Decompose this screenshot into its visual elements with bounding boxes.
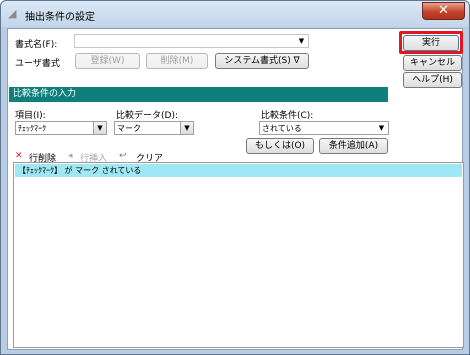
window-title: 抽出条件の設定 bbox=[25, 12, 95, 23]
register-button[interactable]: 登録(W) bbox=[75, 53, 140, 69]
user-format-label: ユーザ書式 bbox=[15, 59, 60, 69]
format-name-combo[interactable]: ▼ bbox=[74, 34, 309, 48]
clear-icon[interactable]: ↩ bbox=[119, 151, 127, 161]
compare-data-select[interactable]: マーク ▼ bbox=[114, 121, 194, 135]
chevron-down-icon[interactable]: ▼ bbox=[295, 35, 308, 47]
item-label: 項目(I): bbox=[15, 111, 46, 121]
execute-button-highlight bbox=[399, 31, 463, 54]
insert-row-icon[interactable]: ◂ bbox=[68, 151, 73, 161]
title-bar[interactable]: ◢ 抽出条件の設定 ✕ bbox=[1, 1, 469, 27]
dialog-window: ◢ 抽出条件の設定 ✕ 書式名(F): ▼ ユーザ書式 登録(W) 削除(M) … bbox=[0, 0, 470, 355]
delete-format-button[interactable]: 削除(M) bbox=[146, 53, 208, 69]
compare-condition-label: 比較条件(C): bbox=[261, 111, 314, 121]
or-button[interactable]: もしくは(O) bbox=[246, 138, 314, 154]
compare-data-label: 比較データ(D): bbox=[116, 111, 178, 121]
item-select[interactable]: ﾁｪｯｸﾏｰｸ ▼ bbox=[15, 121, 107, 135]
compare-condition-select[interactable]: されている ▼ bbox=[259, 121, 389, 135]
compare-data-value: マーク bbox=[117, 124, 141, 133]
help-button[interactable]: ヘルプ(H) bbox=[403, 72, 462, 88]
chevron-down-icon[interactable]: ▼ bbox=[93, 122, 106, 134]
close-button[interactable]: ✕ bbox=[422, 2, 465, 20]
chevron-down-icon[interactable]: ▼ bbox=[180, 122, 193, 134]
cancel-button[interactable]: キャンセル bbox=[403, 55, 462, 71]
item-select-value: ﾁｪｯｸﾏｰｸ bbox=[18, 124, 46, 133]
list-item[interactable]: 【ﾁｪｯｸﾏｰｸ】 が マーク されている bbox=[15, 164, 462, 177]
section-header: 比較条件の入力 bbox=[9, 87, 388, 102]
conditions-list[interactable]: 【ﾁｪｯｸﾏｰｸ】 が マーク されている bbox=[13, 162, 464, 348]
delete-row-icon[interactable]: ✕ bbox=[15, 151, 23, 161]
add-condition-button[interactable]: 条件追加(A) bbox=[319, 138, 388, 154]
format-name-label: 書式名(F): bbox=[15, 40, 58, 50]
compare-condition-value: されている bbox=[262, 124, 302, 133]
chevron-down-icon[interactable]: ▼ bbox=[375, 122, 388, 134]
system-format-button[interactable]: システム書式(S) ∇ bbox=[215, 53, 309, 69]
app-icon: ◢ bbox=[8, 7, 17, 20]
